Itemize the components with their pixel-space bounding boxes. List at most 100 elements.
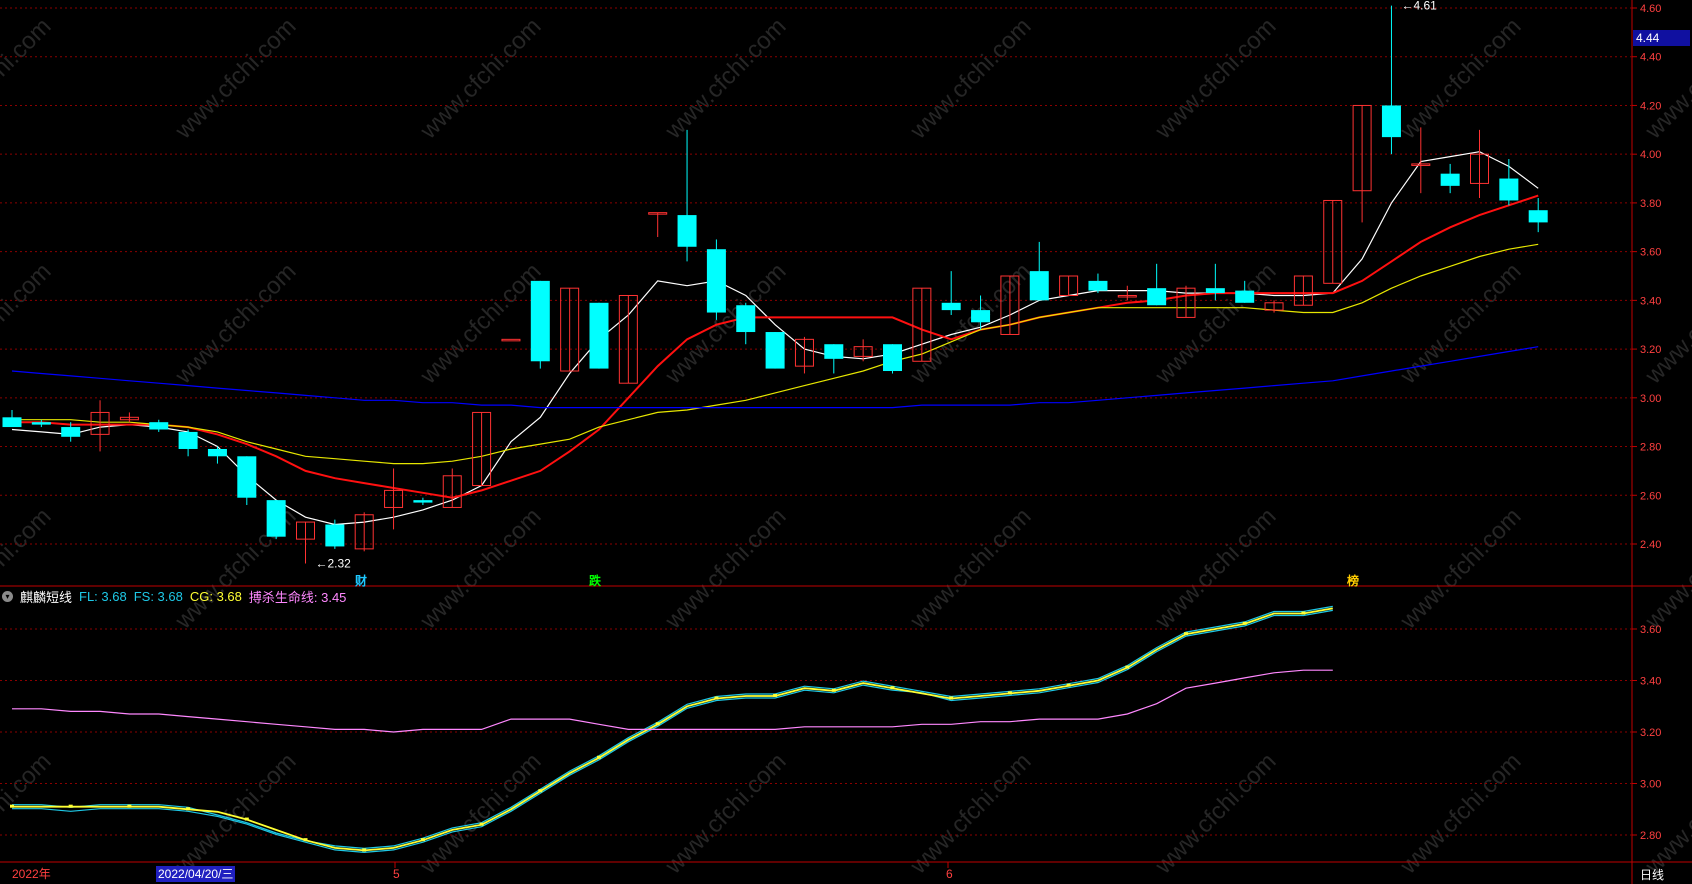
candle-body (677, 215, 697, 247)
candle-body (883, 344, 902, 372)
watermark-text: www.cfchi.com (414, 13, 546, 145)
candle-body (2, 417, 22, 428)
candle-body (971, 310, 991, 323)
y-tick-label: 4.00 (1640, 149, 1661, 161)
indicator-line (12, 669, 1333, 733)
indicator-marker (597, 755, 601, 759)
candle-body (149, 422, 169, 430)
candle-body (31, 422, 51, 425)
candle-body (706, 249, 726, 313)
indicator-marker (949, 696, 954, 700)
candle-body (237, 456, 257, 498)
watermark-text: www.cfchi.com (1639, 258, 1692, 390)
candle-body (1029, 271, 1049, 301)
indicator-marker (773, 693, 778, 697)
candle-body (1147, 288, 1167, 306)
indicator-marker (303, 838, 308, 842)
watermark-text: www.cfchi.com (1149, 13, 1281, 145)
indicator-marker (831, 688, 836, 692)
watermark-text: www.cfchi.com (169, 748, 301, 880)
y-tick-label: 3.60 (1640, 624, 1661, 636)
watermark-text: www.cfchi.com (904, 503, 1036, 635)
candle-body (501, 338, 521, 342)
candle-body (1440, 173, 1460, 186)
indicator-marker (244, 817, 249, 821)
watermark-text: www.cfchi.com (659, 13, 791, 145)
y-tick-label: 2.80 (1640, 442, 1661, 454)
y-tick-label: 4.40 (1640, 52, 1661, 64)
candle-body (824, 344, 844, 359)
candle-body (765, 332, 785, 369)
indicator-marker (1125, 665, 1130, 669)
x-axis-month-6: 6 (946, 867, 953, 881)
indicator-marker (479, 822, 484, 826)
watermark-text: www.cfchi.com (904, 748, 1036, 880)
watermark-text: www.cfchi.com (0, 748, 56, 880)
chart-canvas[interactable]: www.cfchi.com www.cfchi.com www.cfchi.com w… (0, 0, 1692, 884)
indicator-marker (1007, 691, 1012, 695)
indicator-marker (10, 804, 14, 808)
indicator-marker (655, 722, 660, 726)
candle-body (1499, 178, 1519, 201)
indicator-marker (1301, 611, 1306, 615)
watermark-text: www.cfchi.com (0, 503, 56, 635)
watermark-text: www.cfchi.com (904, 13, 1036, 145)
watermark-text: www.cfchi.com (1639, 503, 1692, 635)
candle-body (736, 305, 756, 333)
indicator-cg: CG: 3.68 (189, 588, 242, 604)
indicator-marker (127, 804, 132, 808)
candle-body (1205, 288, 1225, 294)
chevron-down-icon[interactable]: ▾ (2, 590, 13, 602)
price-extreme-label: ←2.32 (316, 556, 352, 570)
indicator-fs: FS: 3.68 (133, 588, 183, 604)
period-selector[interactable]: 日线 (1640, 866, 1664, 883)
watermark-text: www.cfchi.com (1149, 503, 1281, 635)
indicator-marker (1242, 621, 1247, 625)
indicator-name[interactable]: 麒麟短线 (20, 587, 72, 606)
y-tick-label: 3.20 (1640, 727, 1661, 739)
indicator-marker (420, 838, 425, 842)
y-tick-label: 4.20 (1640, 100, 1661, 112)
indicator-marker (1066, 683, 1071, 687)
indicator-marker (1184, 632, 1188, 636)
y-tick-label: 4.60 (1640, 3, 1661, 15)
event-tag-finance[interactable]: 财 (355, 572, 367, 589)
indicator-line (12, 609, 1333, 854)
watermark-text: www.cfchi.com (414, 748, 546, 880)
candle-body (1528, 210, 1548, 223)
watermark-text: www.cfchi.com (659, 503, 791, 635)
y-tick-label: 2.80 (1640, 830, 1661, 842)
y-tick-label: 3.00 (1640, 779, 1661, 791)
watermark-text: www.cfchi.com (0, 258, 56, 390)
watermark-text: www.cfchi.com (1639, 748, 1692, 880)
indicator-life-line: 搏杀生命线: 3.45 (248, 589, 347, 605)
watermark-text: www.cfchi.com (414, 258, 546, 390)
watermark-text: www.cfchi.com (169, 258, 301, 390)
candle-body (530, 280, 550, 362)
candle-body (413, 500, 433, 503)
y-tick-label: 3.00 (1640, 393, 1661, 405)
current-price-tag: 4.44 (1633, 30, 1690, 46)
candle-body (1088, 280, 1108, 291)
indicator-marker (362, 848, 367, 852)
candle-body (178, 431, 198, 449)
watermark-text: www.cfchi.com (0, 13, 56, 145)
event-tag-ranking[interactable]: 榜 (1347, 572, 1359, 589)
y-tick-label: 2.40 (1640, 539, 1661, 551)
watermark-text: www.cfchi.com (414, 503, 546, 635)
indicator-marker (68, 804, 73, 808)
y-tick-label: 3.60 (1640, 247, 1661, 259)
candle-body (325, 524, 345, 547)
candle-body (266, 500, 286, 537)
candle-body (1381, 105, 1401, 138)
watermark-text: www.cfchi.com (169, 13, 301, 145)
indicator-marker (538, 789, 543, 793)
x-axis-year-label: 2022年 (12, 867, 51, 881)
watermark-text: www.cfchi.com (1394, 13, 1526, 145)
watermark-text: www.cfchi.com (1149, 748, 1281, 880)
indicator-marker (714, 696, 719, 700)
y-tick-label: 3.80 (1640, 198, 1661, 210)
watermark-text: www.cfchi.com (1394, 503, 1526, 635)
watermark-text: www.cfchi.com (1394, 748, 1526, 880)
event-tag-drop[interactable]: 跌 (589, 572, 601, 589)
